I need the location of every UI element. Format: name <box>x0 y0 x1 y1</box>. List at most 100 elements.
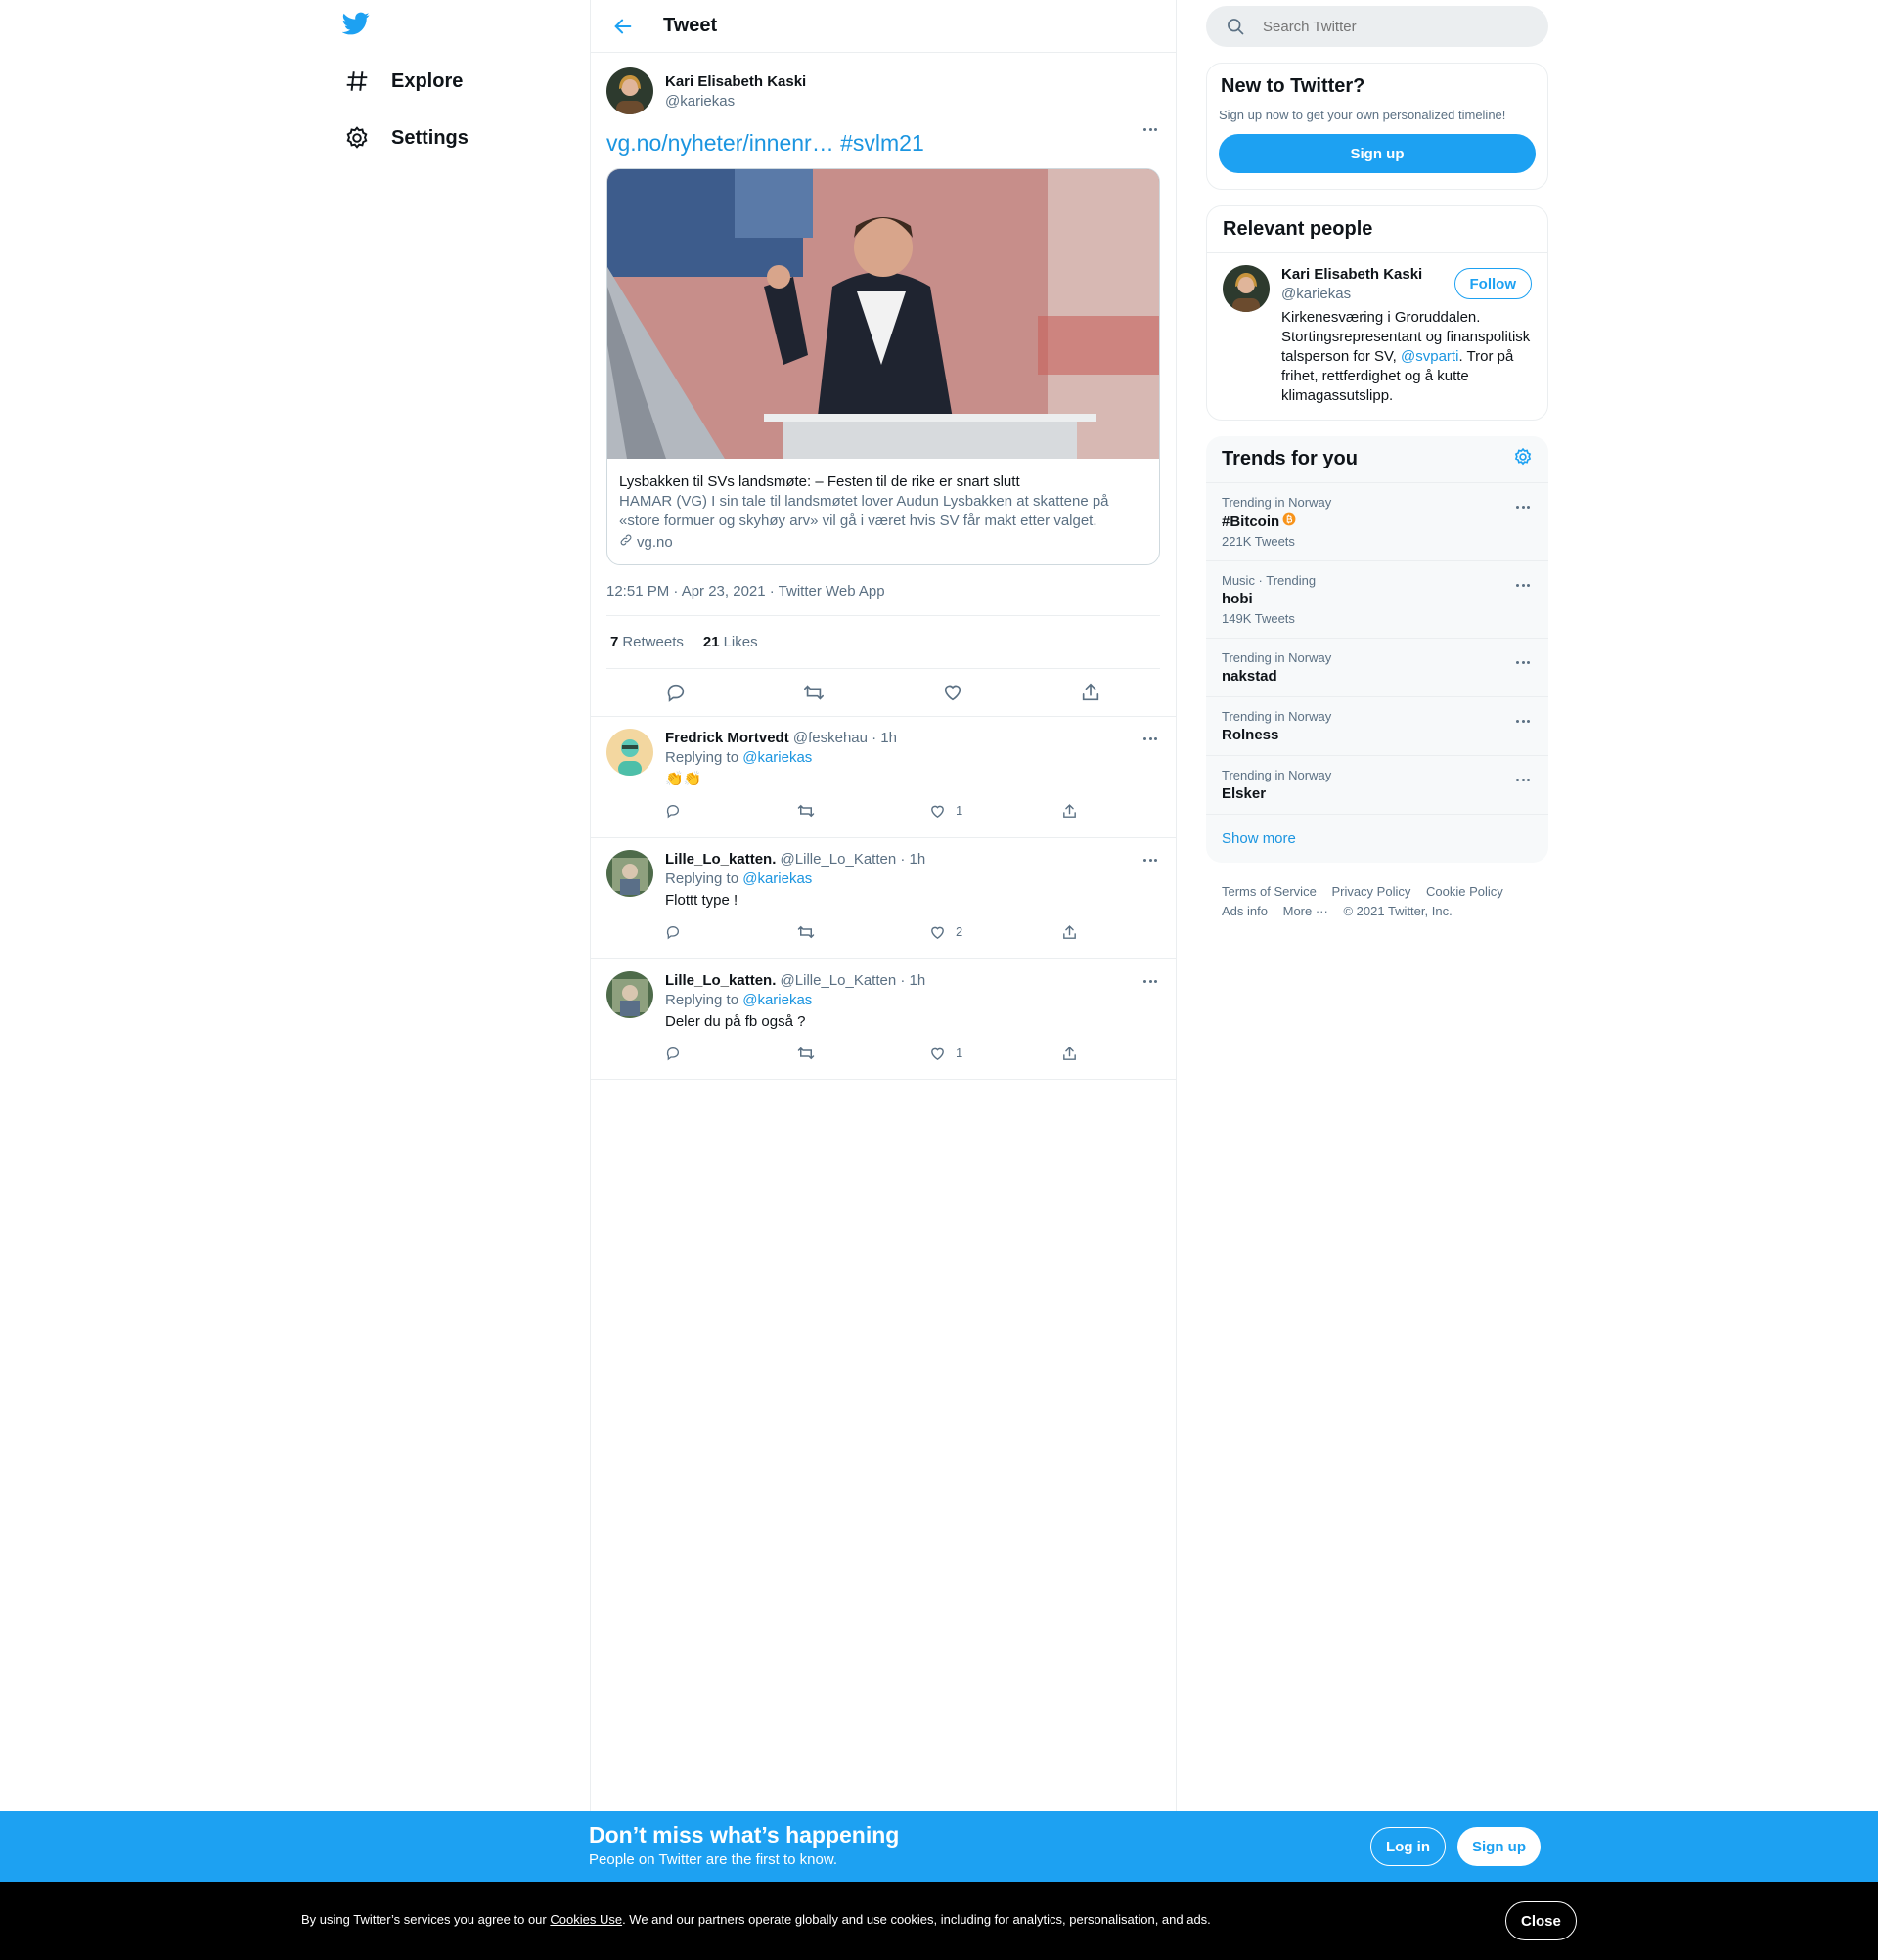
reply-author-meta[interactable]: @Lille_Lo_Katten · 1h <box>781 972 926 989</box>
nav-settings[interactable]: Settings <box>342 113 469 162</box>
person-bio: Kirkenesværing i Groruddalen. Stortingsr… <box>1281 308 1531 406</box>
like-icon <box>931 1047 944 1060</box>
new-to-twitter-panel: New to Twitter? Sign up now to get your … <box>1206 63 1548 190</box>
avatar[interactable] <box>606 729 653 776</box>
reply-author-name[interactable]: Lille_Lo_katten. <box>665 851 776 868</box>
replying-to-link[interactable]: @kariekas <box>742 870 812 887</box>
search-box[interactable] <box>1206 6 1548 47</box>
like-button[interactable]: 2 <box>929 922 1061 942</box>
reply-icon[interactable] <box>665 922 797 942</box>
like-button[interactable]: 1 <box>929 801 1061 821</box>
more-icon[interactable] <box>1139 848 1162 871</box>
tweet-text: vg.no/nyheter/innenr… #svlm21 <box>606 129 1160 156</box>
cookie-banner: By using Twitter’s services you agree to… <box>0 1882 1878 1960</box>
author-name[interactable]: Kari Elisabeth Kaski <box>665 73 806 90</box>
like-count: 2 <box>956 924 963 939</box>
hashtag-icon <box>342 67 372 96</box>
reply-icon[interactable] <box>665 801 797 821</box>
more-link[interactable]: More ··· <box>1283 904 1328 918</box>
ads-info-link[interactable]: Ads info <box>1222 904 1268 918</box>
reply-icon[interactable] <box>665 1044 797 1063</box>
trend-context: Trending in Norway <box>1222 709 1332 724</box>
trend-item[interactable]: Trending in Norway Elsker <box>1206 756 1548 815</box>
replying-to-prefix: Replying to <box>665 992 739 1008</box>
bio-mention-link[interactable]: @svparti <box>1401 348 1458 365</box>
replying-to-link[interactable]: @kariekas <box>742 992 812 1008</box>
trend-name-text: #Bitcoin <box>1222 512 1280 530</box>
signup-prompt-bar: Don’t miss what’s happening People on Tw… <box>0 1811 1878 1882</box>
author-handle[interactable]: @kariekas <box>665 93 806 110</box>
cookies-use-link[interactable]: Cookies Use <box>550 1912 622 1927</box>
likes-label: Likes <box>723 634 758 650</box>
like-icon[interactable] <box>936 676 969 709</box>
nav-explore-label: Explore <box>391 69 464 92</box>
avatar[interactable] <box>606 850 653 897</box>
more-icon[interactable] <box>1139 969 1162 993</box>
trend-item[interactable]: Trending in Norway nakstad <box>1206 639 1548 697</box>
copyright: © 2021 Twitter, Inc. <box>1343 904 1453 918</box>
tweet-url-link[interactable]: vg.no/nyheter/innenr… <box>606 130 834 156</box>
trends-panel: Trends for you Trending in Norway #Bitco… <box>1206 436 1548 863</box>
avatar[interactable] <box>606 971 653 1018</box>
reply-tweet[interactable]: Lille_Lo_katten. @Lille_Lo_Katten · 1h R… <box>591 837 1176 958</box>
more-icon[interactable] <box>1511 709 1535 733</box>
cookie-policy-link[interactable]: Cookie Policy <box>1426 884 1503 899</box>
trend-item[interactable]: Trending in Norway #Bitcoin 221K Tweets <box>1206 483 1548 561</box>
retweet-icon[interactable] <box>797 1044 929 1063</box>
share-icon[interactable] <box>1074 676 1107 709</box>
like-button[interactable]: 1 <box>929 1044 1061 1063</box>
retweet-icon[interactable] <box>797 922 929 942</box>
tweet-hashtag-link[interactable]: #svlm21 <box>840 130 924 156</box>
likes-count: 21 <box>702 634 720 650</box>
trend-name: Elsker <box>1222 785 1267 802</box>
show-more-link[interactable]: Show more <box>1206 815 1548 863</box>
reply-author-meta[interactable]: @Lille_Lo_Katten · 1h <box>781 851 926 868</box>
reply-icon[interactable] <box>659 676 693 709</box>
more-icon[interactable] <box>1511 573 1535 597</box>
twitter-logo-icon[interactable] <box>341 10 374 41</box>
more-icon[interactable] <box>1511 768 1535 791</box>
link-card[interactable]: Lysbakken til SVs landsmøte: – Festen ti… <box>606 168 1160 565</box>
back-arrow-icon[interactable] <box>606 10 640 43</box>
retweets-stat[interactable]: 7 Retweets <box>610 634 684 650</box>
more-icon[interactable] <box>1511 650 1535 674</box>
terms-link[interactable]: Terms of Service <box>1222 884 1317 899</box>
trend-count: 149K Tweets <box>1222 611 1295 626</box>
more-icon[interactable] <box>1139 727 1162 750</box>
cookie-text: By using Twitter’s services you agree to… <box>301 1912 1211 1927</box>
reply-author-name[interactable]: Fredrick Mortvedt <box>665 730 789 746</box>
replying-to-link[interactable]: @kariekas <box>742 749 812 766</box>
share-icon[interactable] <box>1061 1044 1193 1063</box>
reply-tweet[interactable]: Lille_Lo_katten. @Lille_Lo_Katten · 1h R… <box>591 958 1176 1080</box>
reply-author-name[interactable]: Lille_Lo_katten. <box>665 972 776 989</box>
signup-button[interactable]: Sign up <box>1457 1827 1541 1866</box>
trend-item[interactable]: Music · Trending hobi 149K Tweets <box>1206 561 1548 639</box>
avatar[interactable] <box>1223 265 1270 312</box>
tweet-author[interactable]: Kari Elisabeth Kaski @kariekas <box>606 53 1160 117</box>
share-icon[interactable] <box>1061 801 1193 821</box>
settings-gear-icon[interactable] <box>1513 447 1533 472</box>
likes-stat[interactable]: 21 Likes <box>703 634 758 650</box>
search-input[interactable] <box>1263 18 1517 35</box>
more-icon[interactable] <box>1511 495 1535 518</box>
tweet-timestamp[interactable]: 12:51 PM · Apr 23, 2021 · Twitter Web Ap… <box>606 565 1160 616</box>
like-icon <box>931 926 944 939</box>
trend-item[interactable]: Trending in Norway Rolness <box>1206 697 1548 756</box>
like-icon <box>931 805 944 818</box>
retweet-icon[interactable] <box>797 676 830 709</box>
nav-explore[interactable]: Explore <box>342 57 463 106</box>
avatar[interactable] <box>606 67 653 114</box>
share-icon[interactable] <box>1061 922 1193 942</box>
close-button[interactable]: Close <box>1505 1901 1577 1940</box>
retweet-icon[interactable] <box>797 801 929 821</box>
relevant-person[interactable]: Kari Elisabeth Kaski @kariekas Kirkenesv… <box>1207 253 1547 420</box>
privacy-link[interactable]: Privacy Policy <box>1331 884 1410 899</box>
login-button[interactable]: Log in <box>1370 1827 1446 1866</box>
more-icon[interactable] <box>1139 117 1162 141</box>
trend-name: #Bitcoin <box>1222 512 1533 530</box>
main-column: Tweet Kari Elisabeth Kaski @kariekas vg.… <box>590 0 1177 1811</box>
reply-tweet[interactable]: Fredrick Mortvedt @feskehau · 1h Replyin… <box>591 716 1176 837</box>
reply-author-meta[interactable]: @feskehau · 1h <box>793 730 897 746</box>
follow-button[interactable]: Follow <box>1453 268 1532 299</box>
signup-button[interactable]: Sign up <box>1219 134 1536 173</box>
